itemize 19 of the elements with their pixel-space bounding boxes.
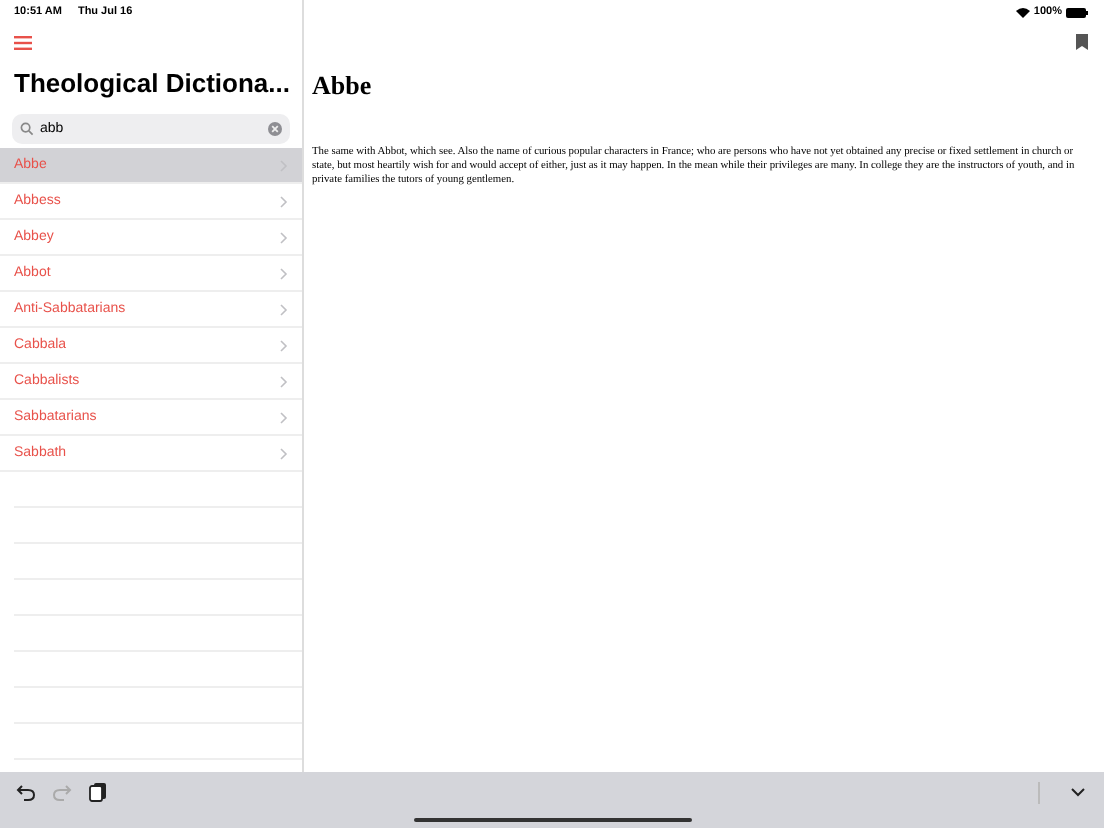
- chevron-icon: [280, 339, 288, 351]
- chevron-icon: [280, 231, 288, 243]
- chevron-down-icon[interactable]: [1068, 782, 1088, 802]
- clipboard-icon[interactable]: [88, 782, 108, 802]
- wifi-icon: [1015, 7, 1030, 17]
- chevron-icon: [280, 411, 288, 423]
- chevron-icon: [280, 375, 288, 387]
- chevron-icon: [280, 447, 288, 459]
- chevron-icon: [280, 303, 288, 315]
- sidebar-title: Theological Dictiona...: [14, 68, 292, 98]
- bookmark-icon[interactable]: [1076, 34, 1088, 50]
- chevron-icon: [280, 267, 288, 279]
- article-title: Abbe: [312, 70, 374, 102]
- search-icon: [20, 122, 34, 136]
- menu-icon[interactable]: [14, 36, 32, 50]
- clear-icon[interactable]: [268, 122, 282, 136]
- undo-icon[interactable]: [16, 782, 36, 802]
- battery-icon: [1066, 7, 1088, 17]
- chevron-icon: [280, 195, 288, 207]
